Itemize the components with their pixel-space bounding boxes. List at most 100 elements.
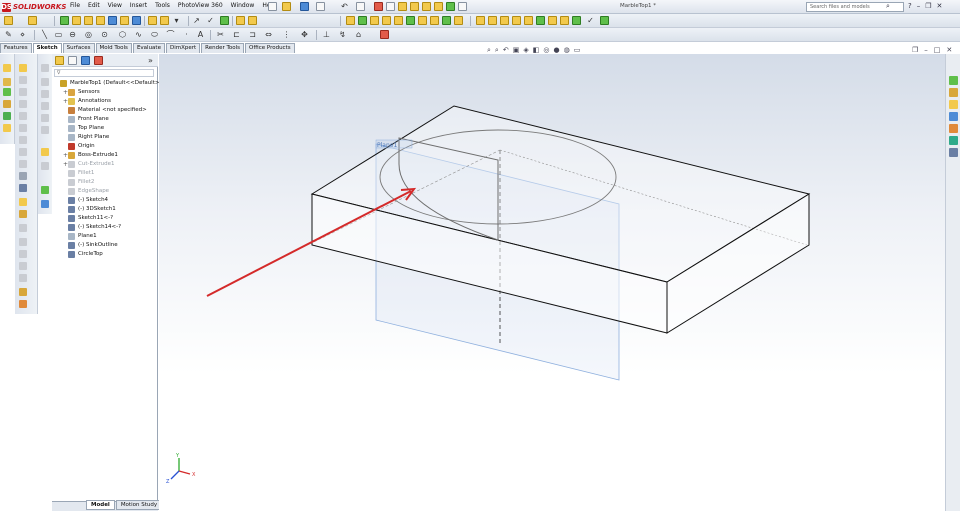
convert-v-icon[interactable] — [19, 224, 27, 232]
circle-v-icon[interactable] — [19, 88, 27, 96]
arc-icon[interactable]: ⊙ — [100, 30, 109, 39]
options-icon[interactable] — [398, 2, 407, 11]
open-document-icon[interactable] — [282, 2, 291, 11]
rotate-v-icon[interactable] — [19, 300, 27, 308]
toolbar-icon-i[interactable] — [394, 16, 403, 25]
custom-properties-icon[interactable] — [949, 136, 958, 145]
toolbar-icon-b[interactable] — [422, 2, 431, 11]
feature-tree-node[interactable]: Material <not specified> — [52, 106, 158, 115]
rebuild-icon[interactable] — [374, 2, 383, 11]
toolbar-icon-c[interactable] — [434, 2, 443, 11]
toolbar-icon-s[interactable] — [524, 16, 533, 25]
feature-tree-node[interactable]: + Annotations — [52, 97, 158, 106]
forum-icon[interactable] — [949, 148, 958, 157]
toolbar-icon-w[interactable] — [572, 16, 581, 25]
polygon-v-icon[interactable] — [19, 148, 27, 156]
appearances-icon[interactable] — [949, 124, 958, 133]
toolbar-icon-k[interactable] — [418, 16, 427, 25]
text-icon[interactable]: A — [196, 30, 205, 39]
rectangle-icon[interactable]: ▭ — [54, 30, 63, 39]
polygon-icon[interactable]: ⬡ — [118, 30, 127, 39]
feature-tree-node[interactable]: Fillet1 — [52, 169, 158, 178]
tab-model[interactable]: Model — [86, 500, 115, 510]
model-viewport[interactable]: Y X Z — [159, 54, 945, 511]
smart-dim-v-icon[interactable] — [19, 198, 27, 206]
viewport-restore-icon[interactable]: ❐ — [912, 46, 918, 54]
print-icon[interactable] — [316, 2, 325, 11]
edit-appearance-icon[interactable]: ● — [553, 46, 559, 55]
dimxpert-tab-icon[interactable] — [94, 56, 103, 65]
tool-f-icon[interactable] — [41, 126, 49, 134]
ellipse-icon[interactable]: ⬭ — [150, 30, 159, 39]
part-icon[interactable] — [4, 16, 13, 25]
viewport-close-icon[interactable]: ✕ — [946, 46, 952, 54]
slot-v-icon[interactable] — [19, 136, 27, 144]
tab-evaluate[interactable]: Evaluate — [132, 43, 165, 53]
spline-icon[interactable]: ∿ — [134, 30, 143, 39]
sweep-icon[interactable] — [3, 88, 11, 96]
tool-g-icon[interactable] — [41, 148, 49, 156]
scale-v-icon[interactable] — [19, 288, 27, 296]
repair-icon[interactable]: ↯ — [338, 30, 347, 39]
feature-tree-node[interactable]: Top Plane — [52, 124, 158, 133]
view-settings-icon[interactable]: ▭ — [574, 46, 581, 55]
feature-tree-node[interactable]: EdgeShape — [52, 187, 158, 196]
file-properties-icon[interactable] — [386, 2, 395, 11]
revolve-icon[interactable] — [72, 16, 81, 25]
menu-file[interactable]: File — [70, 2, 80, 9]
point-icon[interactable]: · — [182, 30, 191, 39]
toolbar-icon-l[interactable] — [430, 16, 439, 25]
zoom-area-icon[interactable]: ⌕ — [495, 46, 499, 55]
select-icon[interactable] — [356, 2, 365, 11]
reference-geometry-icon[interactable]: ✓ — [206, 16, 215, 25]
viewport-maximize-icon[interactable]: □ — [934, 46, 941, 54]
previous-view-icon[interactable]: ↶ — [503, 46, 509, 55]
menu-tools[interactable]: Tools — [155, 2, 170, 9]
tab-mold-tools[interactable]: Mold Tools — [95, 43, 132, 53]
mirror-icon[interactable] — [160, 16, 169, 25]
line-icon[interactable]: ╲ — [40, 30, 49, 39]
instant3d-icon[interactable] — [236, 16, 245, 25]
mirror-v-icon[interactable] — [19, 250, 27, 258]
tab-sketch[interactable]: Sketch — [32, 43, 62, 53]
graphics-area[interactable]: Y X Z Plane1 — [159, 54, 945, 511]
fillet-sketch-icon[interactable]: ⌒ — [166, 30, 175, 39]
feature-tree-node[interactable]: + Cut-Extrude1 — [52, 160, 158, 169]
toolbar-icon-q[interactable] — [500, 16, 509, 25]
feature-tree-node[interactable]: Fillet2 — [52, 178, 158, 187]
file-explorer-icon[interactable] — [949, 100, 958, 109]
toolbar-icon-t[interactable] — [536, 16, 545, 25]
save-icon[interactable] — [300, 2, 309, 11]
tool-i-icon[interactable] — [41, 186, 49, 194]
extrude-icon[interactable] — [60, 16, 69, 25]
feature-tree-node[interactable]: Origin — [52, 142, 158, 151]
viewport-minimize-icon[interactable]: – — [924, 46, 928, 54]
tool-e-icon[interactable] — [41, 114, 49, 122]
feature-tree-node[interactable]: (-) 3DSketch1 — [52, 205, 158, 214]
tool-d-icon[interactable] — [41, 102, 49, 110]
move-v-icon[interactable] — [19, 262, 27, 270]
smart-dimension-icon[interactable]: ↗ — [192, 16, 201, 25]
sketch-icon[interactable] — [346, 16, 355, 25]
tab-features[interactable]: Features — [0, 43, 32, 53]
3d-sketch-icon[interactable] — [358, 16, 367, 25]
search-icon[interactable]: ⌕ — [886, 2, 890, 11]
property-manager-tab-icon[interactable] — [68, 56, 77, 65]
feature-tree-node[interactable]: + Boss-Extrude1 — [52, 151, 158, 160]
feature-tree-node[interactable]: (-) SinkOutline — [52, 241, 158, 250]
toolbar-icon-r[interactable] — [512, 16, 521, 25]
slot-icon[interactable]: ⊖ — [68, 30, 77, 39]
dropdown-icon[interactable]: ▾ — [172, 16, 181, 25]
plane-label[interactable]: Plane1 — [377, 142, 397, 149]
fillet-icon[interactable] — [3, 100, 11, 108]
toolbar-icon-o[interactable] — [476, 16, 485, 25]
plane-v-icon[interactable] — [19, 184, 27, 192]
curve-icon[interactable] — [3, 112, 11, 120]
view-orientation-icon[interactable]: ◈ — [523, 46, 528, 55]
part-icon[interactable] — [3, 64, 11, 72]
tab-surfaces[interactable]: Surfaces — [62, 43, 95, 53]
toolbar-icon-p[interactable] — [488, 16, 497, 25]
loft-icon[interactable] — [96, 16, 105, 25]
minimize-icon[interactable]: – — [917, 2, 921, 10]
extrude-boss-icon[interactable] — [3, 78, 11, 86]
